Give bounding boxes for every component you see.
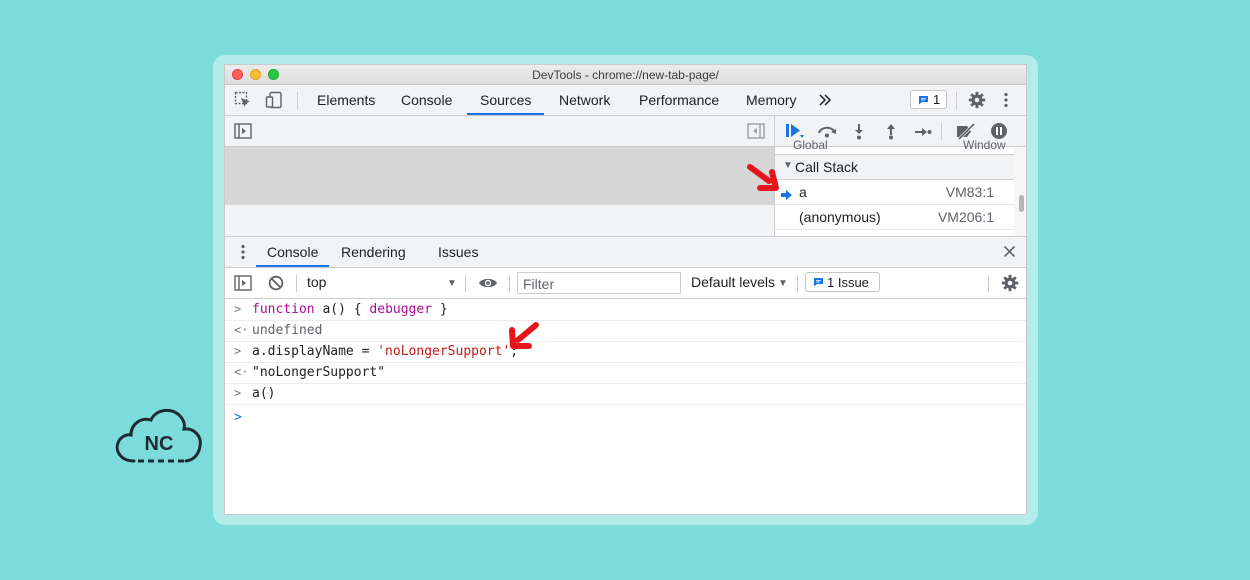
console-input-line: > function a() { debugger } <box>225 300 1026 321</box>
annotation-arrow-icon <box>509 322 539 349</box>
toolbar-divider <box>956 92 957 109</box>
tab-console[interactable]: Console <box>401 85 452 115</box>
issues-count: 1 <box>933 92 941 107</box>
frame-location[interactable]: VM83:1 <box>946 184 994 200</box>
source-editor-footer <box>225 205 774 236</box>
drawer-tab-issues[interactable]: Issues <box>438 237 478 267</box>
tab-performance[interactable]: Performance <box>639 85 719 115</box>
frame-function: (anonymous) <box>799 209 881 225</box>
toolbar-divider <box>296 275 297 292</box>
issues-badge-button[interactable]: 1 <box>910 90 947 109</box>
collapse-triangle-icon: ▼ <box>783 160 793 171</box>
console-settings-gear-icon[interactable] <box>1001 274 1019 297</box>
settings-gear-icon[interactable] <box>968 91 986 114</box>
input-prompt-icon: > <box>234 386 242 400</box>
context-dropdown-icon[interactable]: ▼ <box>447 278 457 289</box>
issues-button[interactable]: 1 Issue <box>805 272 880 292</box>
console-code: function a() { debugger } <box>252 302 448 317</box>
drawer-tab-rendering[interactable]: Rendering <box>341 237 406 267</box>
tab-network[interactable]: Network <box>559 85 610 115</box>
sources-toolbar <box>225 116 774 147</box>
step-out-icon[interactable] <box>885 123 897 145</box>
toolbar-divider <box>509 275 510 292</box>
console-code: a() <box>252 386 276 401</box>
message-icon <box>814 278 823 287</box>
more-options-icon[interactable] <box>1003 91 1009 114</box>
input-prompt-icon: > <box>234 302 242 316</box>
device-toolbar-icon[interactable] <box>265 91 283 114</box>
window-title: DevTools - chrome://new-tab-page/ <box>532 68 719 82</box>
toolbar-divider <box>297 92 298 109</box>
issues-button-label: 1 Issue <box>827 275 869 290</box>
tab-elements[interactable]: Elements <box>317 85 375 115</box>
console-toolbar: top ▼ Filter Default levels ▼ 1 Issue <box>225 268 1026 299</box>
toolbar-divider <box>988 275 989 292</box>
inspect-element-icon[interactable] <box>234 91 252 114</box>
tab-memory[interactable]: Memory <box>746 85 797 115</box>
filter-input[interactable]: Filter <box>517 272 681 294</box>
call-frame-row[interactable]: a VM83:1 <box>775 180 1015 205</box>
toolbar-divider <box>941 123 942 140</box>
toolbar-divider <box>797 275 798 292</box>
console-prompt[interactable]: > <box>234 410 242 425</box>
drawer-tab-console[interactable]: Console <box>256 237 330 267</box>
console-input-line: > a() <box>225 384 1026 405</box>
scope-global-label: Global <box>793 138 828 152</box>
step-into-icon[interactable] <box>853 123 865 145</box>
debugger-sidebar: Global Window ▼ Call Stack a VM83:1 (ano… <box>774 138 1015 236</box>
toolbar-divider <box>465 275 466 292</box>
live-expression-eye-icon[interactable] <box>478 276 498 295</box>
toggle-navigator-icon[interactable] <box>234 123 252 144</box>
log-levels-dropdown[interactable]: Default levels <box>691 274 775 290</box>
tab-sources[interactable]: Sources <box>467 85 545 115</box>
title-bar: DevTools - chrome://new-tab-page/ <box>225 65 1026 85</box>
more-tabs-icon[interactable] <box>818 93 832 112</box>
annotation-arrow-icon <box>747 164 779 191</box>
context-selector[interactable]: top <box>307 274 326 290</box>
drawer-toolbar: Console Rendering Issues <box>225 236 1026 268</box>
result-arrow-icon: <· <box>234 323 249 337</box>
step-icon[interactable] <box>914 125 932 143</box>
clear-console-icon[interactable] <box>268 275 284 296</box>
result-arrow-icon: <· <box>234 365 249 379</box>
levels-dropdown-icon[interactable]: ▼ <box>778 278 788 289</box>
input-prompt-icon: > <box>234 344 242 358</box>
source-editor-area <box>225 147 774 205</box>
scope-global-value: Window <box>963 138 1006 152</box>
message-icon <box>919 96 928 105</box>
call-frame-row[interactable]: (anonymous) VM206:1 <box>775 205 1015 230</box>
frame-location[interactable]: VM206:1 <box>938 209 994 225</box>
console-result-line: <· undefined <box>225 321 1026 342</box>
call-stack-header[interactable]: ▼ Call Stack <box>775 154 1015 180</box>
console-result: undefined <box>252 323 323 338</box>
sidebar-scrollbar[interactable] <box>1014 147 1026 236</box>
toggle-debugger-icon[interactable] <box>747 123 765 144</box>
console-code: a.displayName = 'noLongerSupport'; <box>252 344 519 359</box>
current-frame-arrow-icon <box>781 187 792 203</box>
console-result: "noLongerSupport" <box>252 365 386 380</box>
drawer-menu-icon[interactable] <box>240 243 246 266</box>
console-sidebar-icon[interactable] <box>234 275 252 296</box>
devtools-window: DevTools - chrome://new-tab-page/ Elemen… <box>224 64 1027 515</box>
nc-cloud-logo-icon: NC <box>115 408 202 463</box>
console-result-line: <· "noLongerSupport" <box>225 363 1026 384</box>
console-input-line: > a.displayName = 'noLongerSupport'; <box>225 342 1026 363</box>
close-drawer-icon[interactable] <box>1003 245 1016 263</box>
sidebar-scroll-thumb[interactable] <box>1019 195 1024 212</box>
call-stack-title: Call Stack <box>795 159 859 175</box>
frame-function: a <box>799 184 807 200</box>
svg-text:NC: NC <box>145 433 174 455</box>
main-toolbar: Elements Console Sources Network Perform… <box>225 85 1026 116</box>
